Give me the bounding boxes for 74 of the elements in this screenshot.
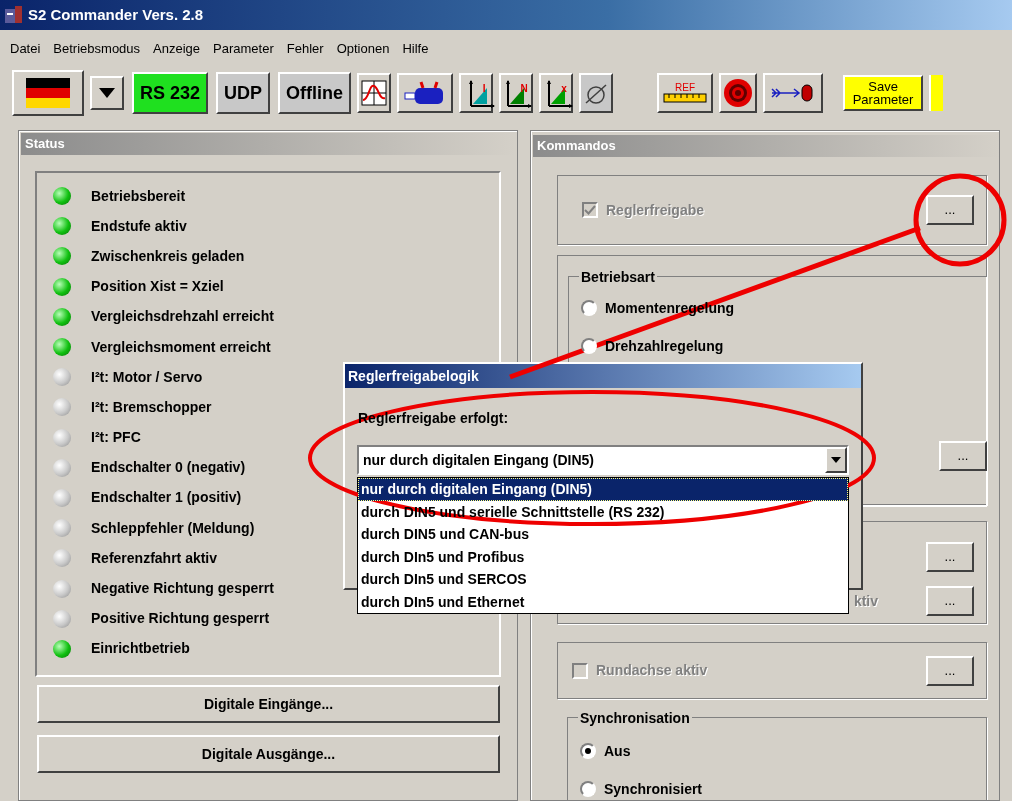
panel-button[interactable]: Digitale Eingänge... — [37, 685, 500, 723]
ruler-label: REF — [675, 83, 696, 93]
axis-label: I — [482, 81, 486, 96]
radio-button[interactable] — [580, 743, 596, 759]
radio-label: Drehzahlregelung — [605, 336, 724, 356]
dropdown-arrow-button[interactable] — [825, 447, 847, 473]
motor-button[interactable] — [397, 73, 454, 113]
status-label: Referenzfahrt aktiv — [91, 548, 218, 568]
axis-label: N — [520, 81, 528, 96]
radio-button[interactable] — [581, 338, 597, 354]
stop-button[interactable] — [719, 73, 758, 113]
checkbox-label: Rundachse aktiv — [596, 661, 708, 680]
connection-button[interactable]: RS 232 — [132, 72, 209, 114]
status-label: Endschalter 1 (positiv) — [91, 488, 242, 508]
target-icon — [723, 78, 754, 108]
status-label: I²t: PFC — [91, 428, 141, 448]
status-label: I²t: Motor / Servo — [91, 367, 203, 387]
status-label: Zwischenkreis geladen — [91, 246, 245, 266]
dropdown-option[interactable]: durch DIn5 und Profibus — [358, 545, 848, 568]
menu-item[interactable]: Parameter — [207, 37, 281, 61]
flag-icon — [26, 78, 70, 108]
panel-button[interactable]: Digitale Ausgänge... — [37, 735, 500, 773]
menu-item[interactable]: Betriebsmodus — [47, 37, 148, 61]
radio-label: Aus — [604, 741, 631, 761]
ruler-icon — [663, 93, 708, 103]
scope-button[interactable] — [357, 73, 392, 113]
status-label: Negative Richtung gesperrt — [91, 579, 274, 599]
status-label: Endschalter 0 (negativ) — [91, 458, 246, 478]
menu-item[interactable]: Anzeige — [147, 37, 208, 61]
dropdown-option[interactable]: nur durch digitalen Eingang (DIN5) — [358, 478, 848, 501]
radio-label: Synchronisiert — [604, 779, 703, 799]
menu-item[interactable]: Optionen — [330, 37, 397, 61]
status-label: Betriebsbereit — [91, 186, 186, 206]
status-label: I²t: Bremschopper — [91, 397, 212, 417]
language-button[interactable] — [12, 70, 84, 116]
dropdown-option[interactable]: durch DIn5 und SERCOS — [358, 568, 848, 591]
chart-icon — [361, 80, 388, 106]
checkbox-label: Reglerfreigabe — [606, 200, 705, 220]
status-label: Endstufe aktiv — [91, 216, 187, 236]
more-button[interactable]: ... — [926, 542, 974, 572]
axis-icon — [545, 78, 574, 108]
menu-item[interactable]: Hilfe — [396, 37, 436, 61]
probe-icon — [584, 81, 609, 105]
status-label: Vergleichsmoment erreicht — [91, 337, 271, 357]
more-button[interactable]: ... — [926, 586, 974, 616]
toolbar-icon — [929, 75, 944, 111]
save-parameter-button[interactable]: Save Parameter — [843, 75, 924, 111]
dropdown-button[interactable] — [90, 76, 124, 110]
status-label: Einrichtbetrieb — [91, 639, 190, 659]
status-label: Positive Richtung gesperrt — [91, 609, 270, 629]
connection-button[interactable]: Offline — [278, 72, 352, 114]
more-button[interactable]: ... — [939, 441, 987, 471]
axis-label: x — [561, 81, 567, 96]
axis-icon — [504, 78, 533, 108]
caret-icon — [99, 88, 115, 98]
app-icon — [4, 5, 24, 25]
window-title: S2 Commander Vers. 2.8 — [28, 4, 204, 25]
dropdown-option[interactable]: durch DIn5 und Ethernet — [358, 590, 848, 613]
jog-button[interactable] — [763, 73, 824, 113]
status-label: Schleppfehler (Meldung) — [91, 518, 255, 538]
connection-button[interactable]: UDP — [216, 72, 271, 114]
status-label: Vergleichsdrehzahl erreicht — [91, 307, 274, 327]
menu-item[interactable]: Datei — [4, 37, 48, 61]
axis-icon — [466, 78, 495, 108]
radio-button[interactable] — [580, 781, 596, 797]
status-label: Position Xist = Xziel — [91, 277, 224, 297]
dialog-title: Reglerfreigabelogik — [345, 364, 861, 388]
dropdown-field[interactable]: nur durch digitalen Eingang (DIN5) — [357, 445, 849, 475]
dropdown-option[interactable]: durch DIN5 und CAN-bus — [358, 523, 848, 546]
menu-item[interactable]: Fehler — [280, 37, 331, 61]
caret-icon — [831, 457, 841, 463]
checkbox-label: ktiv — [853, 591, 878, 611]
measure-button[interactable] — [579, 73, 614, 113]
radio-button[interactable] — [581, 300, 597, 316]
